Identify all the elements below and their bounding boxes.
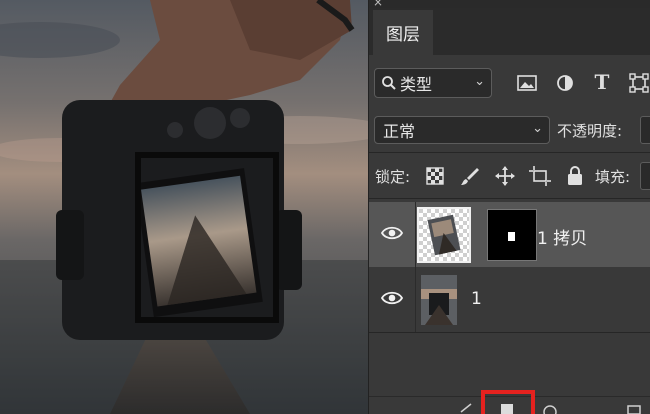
divider	[415, 267, 416, 332]
panel-tab-bar: 图层	[369, 8, 650, 55]
blend-mode-value: 正常	[383, 122, 416, 141]
visibility-eye-icon[interactable]	[381, 289, 403, 307]
lock-all-icon[interactable]	[563, 164, 587, 188]
layer-thumbnail[interactable]	[417, 207, 471, 263]
tab-layers[interactable]: 图层	[373, 10, 433, 55]
adjustment-filter-icon[interactable]	[552, 70, 578, 96]
lock-transparent-pixels-icon[interactable]	[423, 164, 447, 188]
lock-artboard-icon[interactable]	[528, 164, 552, 188]
link-layers-icon[interactable]	[459, 402, 473, 414]
opacity-label: 不透明度:	[557, 122, 623, 140]
new-layer-icon[interactable]	[627, 402, 641, 414]
lock-position-icon[interactable]	[493, 164, 517, 188]
opacity-field[interactable]	[640, 116, 650, 144]
image-filter-icon[interactable]	[514, 70, 540, 96]
add-mask-highlight	[481, 390, 535, 414]
layer-name[interactable]: 1 拷贝	[537, 224, 587, 249]
filter-kind-select[interactable]: 类型 ⌄	[374, 68, 492, 98]
photo-illustration	[0, 0, 368, 414]
adjustment-layer-icon[interactable]	[543, 402, 557, 414]
filter-kind-value: 类型	[400, 75, 433, 94]
chevron-down-icon: ⌄	[532, 121, 543, 136]
chevron-down-icon: ⌄	[474, 74, 485, 89]
search-icon	[382, 76, 396, 90]
photo-canvas[interactable]	[0, 0, 368, 414]
layer-name[interactable]: 1	[471, 289, 482, 309]
divider	[369, 152, 650, 153]
layer-filter-row: 类型 ⌄ T	[369, 66, 650, 100]
blend-opacity-row: 正常 ⌄ 不透明度:	[369, 114, 650, 146]
lock-fill-row: 锁定: 填充:	[369, 160, 650, 192]
divider	[369, 198, 650, 199]
divider	[415, 202, 416, 267]
visibility-eye-icon[interactable]	[381, 224, 403, 242]
mask-shape	[508, 232, 515, 241]
panel-title-bar: ×	[369, 0, 650, 9]
shape-filter-icon[interactable]	[626, 70, 650, 96]
blend-mode-select[interactable]: 正常 ⌄	[374, 116, 550, 144]
lock-image-pixels-icon[interactable]	[458, 164, 482, 188]
layer-row-1-copy[interactable]: 1 拷贝	[369, 202, 650, 267]
divider	[369, 332, 650, 333]
lock-label: 锁定:	[375, 168, 411, 186]
layer-row-1[interactable]: 1	[369, 267, 650, 332]
fill-label: 填充:	[595, 168, 631, 186]
layer-mask-thumbnail[interactable]	[487, 209, 537, 261]
type-filter-icon[interactable]: T	[589, 69, 615, 95]
layers-panel: × 图层 类型 ⌄ T 正常 ⌄ 不透明度: 锁定: 填充: 1 拷贝 1	[368, 0, 650, 414]
layer-thumbnail[interactable]	[421, 275, 457, 325]
fill-field[interactable]	[640, 162, 650, 190]
